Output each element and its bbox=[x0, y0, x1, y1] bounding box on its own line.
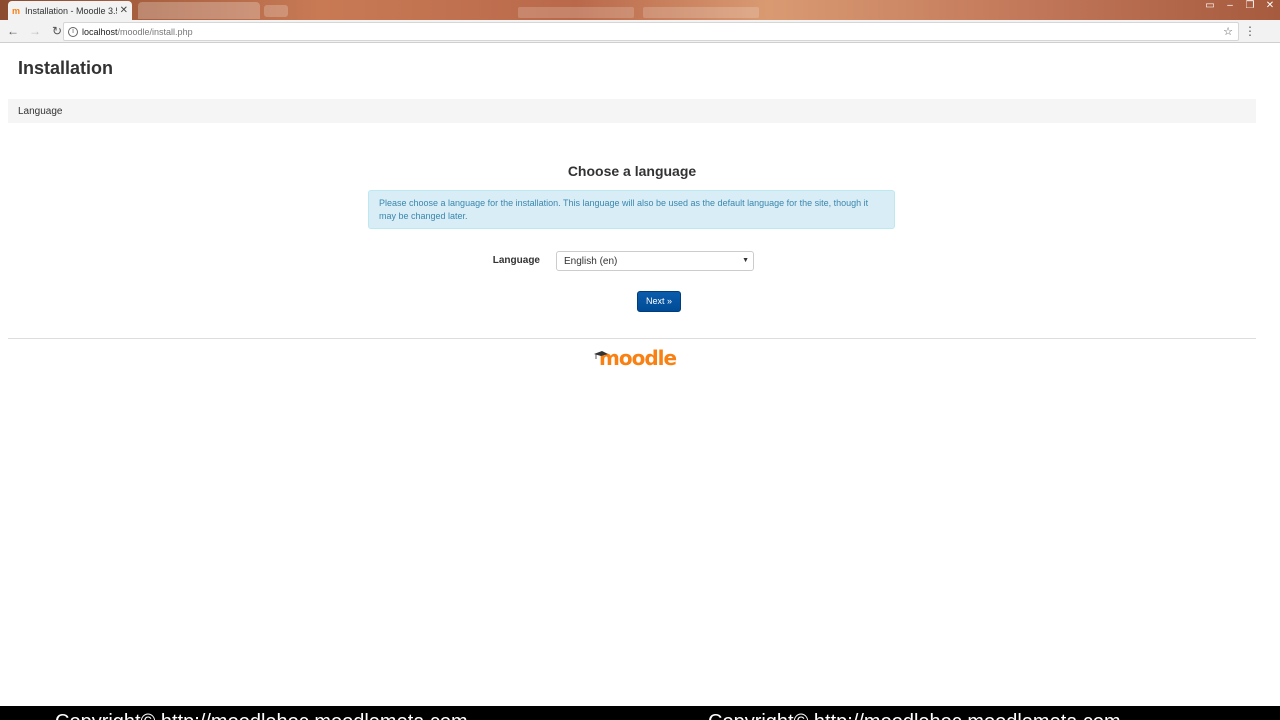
next-button[interactable]: Next » bbox=[637, 291, 681, 312]
language-label: Language bbox=[492, 255, 540, 266]
copyright-text-left: Copyright© http://moodlehoc.moodlemeta.c… bbox=[55, 711, 468, 720]
browser-menu-icon[interactable]: ⋮ bbox=[1244, 24, 1256, 38]
address-path: /moodle/install.php bbox=[117, 26, 193, 37]
new-tab-button[interactable] bbox=[264, 5, 288, 17]
section-heading: Choose a language bbox=[567, 163, 697, 179]
copyright-text-right: Copyright© http://moodlehoc.moodlemeta.c… bbox=[708, 711, 1121, 720]
bookmark-star-icon[interactable]: ☆ bbox=[1223, 25, 1233, 38]
graduation-cap-icon bbox=[594, 351, 608, 359]
user-icon[interactable]: ▭ bbox=[1200, 0, 1220, 14]
copyright-banner: Copyright© http://moodlehoc.moodlemeta.c… bbox=[0, 706, 1280, 720]
moodle-logo[interactable]: moodle bbox=[594, 346, 677, 372]
page-title: Installation bbox=[18, 58, 114, 78]
restore-icon[interactable]: ❐ bbox=[1240, 0, 1260, 14]
tab-installation[interactable]: m Installation - Moodle 3.5 ✕ bbox=[8, 1, 132, 20]
tab-close-icon[interactable]: ✕ bbox=[120, 5, 128, 16]
browser-toolbar: ← → ↻ i localhost /moodle/install.php ☆ bbox=[0, 20, 1280, 43]
window-controls: ▭ – ❐ ✕ bbox=[1200, 0, 1280, 16]
info-alert: Please choose a language for the install… bbox=[368, 190, 895, 229]
address-host: localhost bbox=[82, 26, 118, 37]
tabstrip-blurred-area bbox=[518, 7, 634, 18]
footer-divider bbox=[8, 338, 1256, 339]
breadcrumb: Language bbox=[8, 99, 1256, 123]
dropdown-caret-icon: ▼ bbox=[742, 257, 749, 264]
forward-icon[interactable]: → bbox=[26, 22, 44, 40]
browser-tabstrip: m Installation - Moodle 3.5 ✕ ▭ – ❐ ✕ bbox=[0, 0, 1280, 20]
back-icon[interactable]: ← bbox=[4, 22, 22, 40]
close-window-icon[interactable]: ✕ bbox=[1260, 0, 1280, 14]
info-icon[interactable]: i bbox=[68, 26, 78, 37]
tab-title: Installation - Moodle 3.5 bbox=[25, 5, 117, 16]
minimize-icon[interactable]: – bbox=[1220, 0, 1240, 14]
tab-inactive[interactable] bbox=[138, 2, 260, 19]
address-bar[interactable]: i localhost /moodle/install.php ☆ bbox=[63, 22, 1239, 41]
moodle-favicon-icon: m bbox=[12, 5, 21, 16]
tabstrip-blurred-area bbox=[643, 7, 759, 18]
logo-text: moodle bbox=[599, 346, 677, 370]
language-select[interactable]: English (en) ▼ bbox=[556, 251, 754, 271]
language-selected-value: English (en) bbox=[564, 256, 618, 267]
